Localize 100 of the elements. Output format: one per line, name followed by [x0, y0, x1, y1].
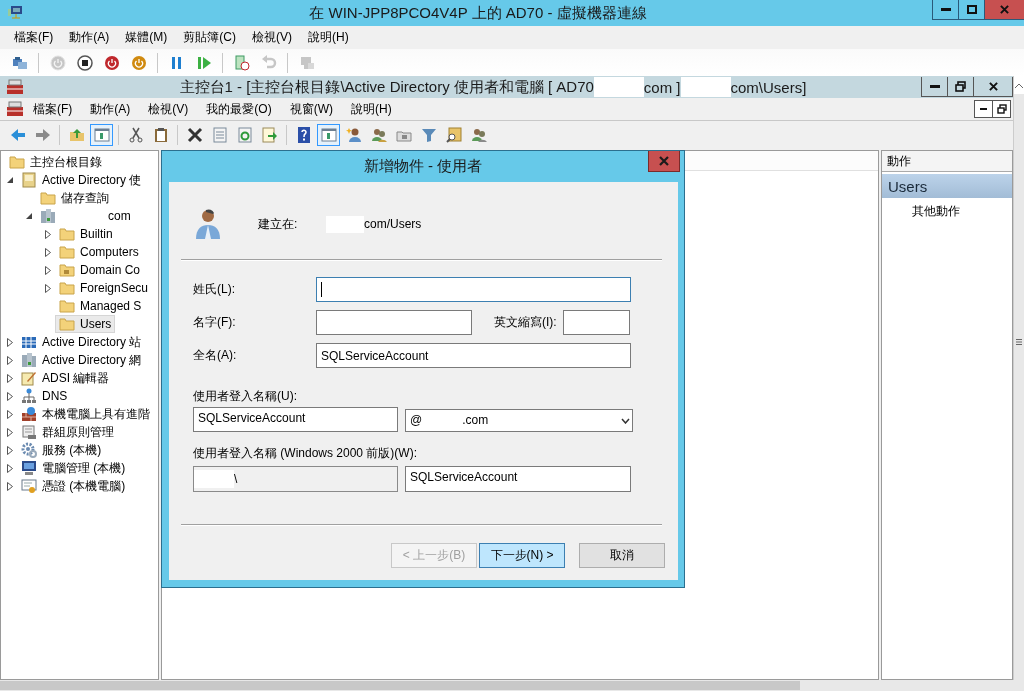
menu-item[interactable]: 媒體(M)	[117, 27, 176, 48]
tree-item[interactable]: 群組原則管理	[17, 423, 118, 441]
panel-icon	[93, 126, 110, 143]
menu-item[interactable]: 視窗(W)	[280, 98, 342, 120]
maximize-icon	[966, 5, 977, 14]
restore-icon	[955, 81, 966, 92]
tree-item[interactable]: ForeignSecu	[55, 279, 153, 297]
caret-icon[interactable]	[7, 409, 13, 419]
scroll-icon	[21, 424, 37, 440]
caret-icon[interactable]	[6, 176, 14, 184]
restore-button[interactable]	[992, 100, 1011, 118]
gear-icon	[21, 442, 37, 458]
caret-icon[interactable]	[25, 212, 33, 220]
caret-icon[interactable]	[7, 445, 13, 455]
tree-item[interactable]: ADSI 編輯器	[17, 369, 114, 387]
caret-icon[interactable]	[7, 391, 13, 401]
menu-item[interactable]: 動作(A)	[61, 27, 118, 48]
folder-up-icon	[68, 126, 85, 143]
caret-icon[interactable]	[45, 229, 51, 239]
menu-item[interactable]: 動作(A)	[81, 98, 140, 120]
panel-icon	[320, 126, 337, 143]
filter-icon	[420, 126, 437, 143]
action-link[interactable]: 其他動作	[882, 198, 960, 220]
text-field[interactable]: SQLServiceAccount	[193, 407, 398, 432]
caret-icon[interactable]	[45, 265, 51, 275]
tree-item[interactable]: Domain Co	[55, 261, 145, 279]
action-section[interactable]: Users	[882, 174, 1012, 198]
folder-icon	[9, 154, 25, 170]
menu-item[interactable]: 說明(H)	[342, 98, 401, 120]
tree-item[interactable]: Active Directory 網	[17, 351, 146, 369]
menu-item[interactable]: 檢視(V)	[244, 27, 300, 48]
menu-item[interactable]: 剪貼簿(C)	[175, 27, 244, 48]
power-icon	[49, 54, 66, 71]
close-button[interactable]	[973, 77, 1013, 97]
dialog-button[interactable]: 下一步(N) >	[479, 543, 565, 568]
panel-header: 動作	[887, 152, 911, 170]
clipboard-icon	[152, 126, 169, 143]
minimize-button[interactable]	[932, 0, 958, 20]
caret-icon[interactable]	[45, 247, 51, 257]
grip-icon	[1016, 339, 1022, 345]
menu-item[interactable]: 檔案(F)	[6, 27, 62, 48]
tree-item[interactable]: Builtin	[55, 225, 117, 243]
tree-item[interactable]: Active Directory 站	[17, 333, 146, 351]
path-text: com/Users	[364, 217, 422, 231]
text-field[interactable]	[316, 277, 631, 302]
scroll-up-icon[interactable]	[1015, 82, 1023, 88]
server-icon	[21, 352, 37, 368]
tree-item[interactable]: Computers	[55, 243, 143, 261]
network-icon	[21, 388, 37, 404]
window-title: com ]	[643, 78, 681, 96]
server-icon	[40, 208, 56, 224]
tree-item[interactable]: 主控台根目錄	[5, 153, 106, 171]
caret-icon[interactable]	[7, 337, 13, 347]
delete-icon	[186, 126, 203, 143]
caret-icon[interactable]	[7, 463, 13, 473]
tree-item[interactable]: 服務 (本機)	[17, 441, 106, 459]
certificate-icon	[21, 478, 37, 494]
scrollbar-thumb[interactable]	[0, 681, 800, 690]
tree-item[interactable]: Managed S	[55, 297, 146, 315]
field-label: 建立在:	[258, 215, 299, 233]
tree-item[interactable]: 本機電腦上具有進階	[17, 405, 154, 423]
tree-item[interactable]: 儲存查詢	[36, 189, 113, 207]
tree-item[interactable]: com	[36, 207, 135, 225]
dialog-button[interactable]: 取消	[579, 543, 665, 568]
dropdown[interactable]: @ .com	[405, 409, 633, 432]
close-icon	[659, 156, 669, 166]
export-icon	[261, 126, 278, 143]
minimize-button[interactable]	[921, 77, 948, 97]
stop-icon	[76, 54, 93, 71]
text-field[interactable]: SQLServiceAccount	[405, 466, 631, 492]
caret-icon[interactable]	[7, 373, 13, 383]
tree-item[interactable]: 憑證 (本機電腦)	[17, 477, 130, 495]
tree-item[interactable]: Active Directory 使	[17, 171, 146, 189]
menu-item[interactable]: 我的最愛(O)	[197, 98, 281, 120]
play-icon	[195, 54, 212, 71]
tree-item[interactable]: 電腦管理 (本機)	[17, 459, 130, 477]
power-icon	[130, 54, 147, 71]
caret-icon[interactable]	[7, 355, 13, 365]
folder-icon	[59, 244, 75, 260]
window-title: com\Users]	[730, 78, 807, 96]
text-field[interactable]: SQLServiceAccount	[316, 343, 631, 368]
menu-item[interactable]: 說明(H)	[300, 27, 357, 48]
menu-item[interactable]: 檢視(V)	[139, 98, 198, 120]
tree-item[interactable]: DNS	[17, 387, 72, 405]
firewall-icon	[21, 406, 37, 422]
text-field[interactable]	[316, 310, 472, 335]
tree-item[interactable]: Users	[55, 315, 116, 333]
folder-icon	[40, 190, 56, 206]
book-icon	[21, 172, 37, 188]
restore-icon	[996, 104, 1007, 114]
power-icon	[103, 54, 120, 71]
caret-icon[interactable]	[7, 481, 13, 491]
caret-icon[interactable]	[45, 283, 51, 293]
dropdown-caret-icon	[621, 417, 630, 424]
text-field[interactable]	[563, 310, 630, 335]
undo-icon	[260, 54, 277, 71]
maximize-button[interactable]	[958, 0, 984, 20]
scrollbar[interactable]	[0, 680, 1024, 691]
menu-item[interactable]: 檔案(F)	[24, 98, 82, 120]
caret-icon[interactable]	[7, 427, 13, 437]
